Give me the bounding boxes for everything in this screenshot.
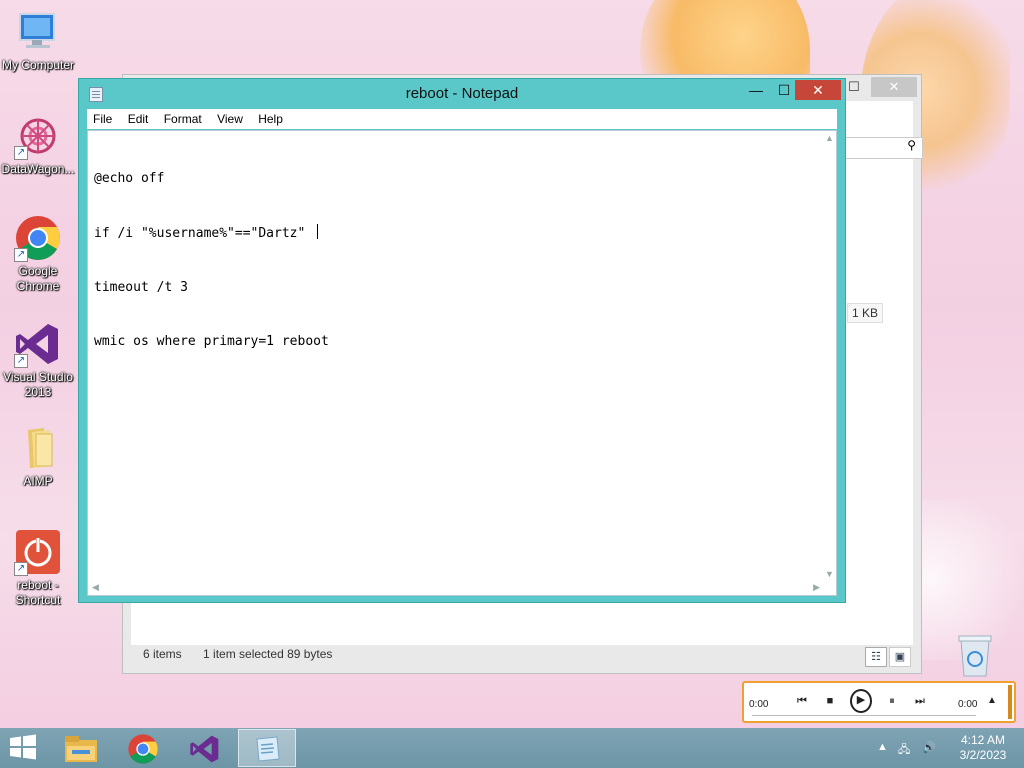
text-caret — [317, 224, 319, 239]
text-line: timeout /t 3 — [94, 280, 188, 295]
visual-studio-icon: ↗ — [14, 320, 62, 368]
scroll-up-icon[interactable]: ▲ — [825, 133, 834, 143]
desktop-icon-aimp[interactable]: AIMP — [0, 424, 76, 489]
explorer-close-button[interactable]: ✕ — [871, 77, 917, 97]
menu-help[interactable]: Help — [252, 109, 289, 129]
text-line: if /i "%username%"=="Dartz" — [94, 226, 314, 241]
menu-edit[interactable]: Edit — [122, 109, 155, 129]
stop-icon[interactable]: ■ — [820, 689, 840, 713]
computer-icon — [14, 8, 62, 56]
time-elapsed: 0:00 — [749, 699, 769, 710]
vertical-scrollbar[interactable]: ▲ ▼ — [822, 131, 836, 581]
desktop-icon-label: DataWagon... — [1, 162, 75, 176]
text-editor[interactable]: @echo off if /i "%username%"=="Dartz" ti… — [87, 130, 837, 596]
shortcut-arrow-icon: ↗ — [14, 248, 28, 262]
shortcut-arrow-icon: ↗ — [14, 562, 28, 576]
seek-bar[interactable] — [752, 715, 976, 716]
details-view-button[interactable]: ☷ — [865, 647, 887, 667]
time-total: 0:00 — [958, 699, 978, 710]
desktop-icon-datawagon[interactable]: ↗ DataWagon... — [0, 112, 76, 177]
scroll-left-icon[interactable]: ◀ — [92, 582, 99, 593]
clock[interactable]: 4:12 AM 3/2/2023 — [948, 733, 1018, 763]
file-size-cell: 1 KB — [847, 303, 884, 323]
window-title: reboot - Notepad — [405, 85, 519, 102]
start-button[interactable] — [8, 734, 40, 762]
recycle-bin-icon[interactable] — [955, 632, 995, 678]
desktop-icon-visual-studio[interactable]: ↗ Visual Studio 2013 — [0, 320, 76, 400]
maximize-button[interactable]: ☐ — [771, 80, 797, 100]
shortcut-arrow-icon: ↗ — [14, 354, 28, 368]
status-selection: 1 item selected 89 bytes — [203, 647, 333, 661]
chrome-icon: ↗ — [14, 214, 62, 262]
large-icons-view-button[interactable]: ▣ — [889, 647, 911, 667]
clock-date: 3/2/2023 — [959, 748, 1007, 762]
menu-view[interactable]: View — [211, 109, 249, 129]
desktop-icon-reboot-shortcut[interactable]: ↗ reboot - Shortcut — [0, 528, 76, 608]
network-icon[interactable]: 🖧 — [898, 741, 910, 760]
desktop-icon-google-chrome[interactable]: ↗ Google Chrome — [0, 214, 76, 294]
search-icon: ⚲ — [907, 138, 916, 152]
windows-logo-icon — [10, 734, 36, 760]
player-edge — [1008, 685, 1012, 719]
menu-bar: File Edit Format View Help — [87, 109, 837, 129]
scroll-right-icon[interactable]: ▶ — [813, 582, 820, 593]
text-line: @echo off — [94, 171, 165, 186]
clock-time: 4:12 AM — [960, 733, 1006, 747]
folder-icon — [14, 424, 62, 472]
minimize-button[interactable]: — — [743, 80, 769, 100]
power-icon: ↗ — [14, 528, 62, 576]
pause-icon[interactable]: ⏸ — [882, 689, 902, 713]
desktop-icon-label: AIMP — [23, 474, 53, 488]
desktop-icon-label: reboot - Shortcut — [15, 578, 61, 607]
taskbar-file-explorer[interactable] — [52, 729, 110, 767]
status-item-count: 6 items — [143, 647, 182, 661]
previous-track-icon[interactable]: ⏮ — [792, 689, 812, 713]
visual-studio-icon — [190, 735, 219, 763]
menu-format[interactable]: Format — [158, 109, 208, 129]
text-line: wmic os where primary=1 reboot — [94, 334, 329, 349]
taskbar-notepad[interactable] — [238, 729, 296, 767]
next-track-icon[interactable]: ⏭ — [910, 689, 930, 713]
text-line-with-caret: if /i "%username%"=="Dartz" — [94, 224, 329, 243]
notepad-icon — [256, 736, 280, 762]
desktop-icon-label: My Computer — [1, 58, 75, 72]
shortcut-arrow-icon: ↗ — [14, 146, 28, 160]
datawagon-icon: ↗ — [14, 112, 62, 160]
file-explorer-icon — [65, 736, 97, 762]
search-input[interactable]: ⚲ — [845, 137, 923, 159]
notepad-window[interactable]: reboot - Notepad — ☐ ✕ File Edit Format … — [78, 78, 846, 603]
menu-file[interactable]: File — [87, 109, 118, 129]
taskbar-visual-studio[interactable] — [176, 729, 234, 767]
chrome-icon — [128, 734, 158, 764]
volume-icon[interactable]: 🔊 — [922, 741, 936, 754]
close-button[interactable]: ✕ — [795, 80, 841, 100]
status-bar: 6 items 1 item selected 89 bytes — [143, 647, 350, 661]
desktop-icon-my-computer[interactable]: My Computer — [0, 8, 76, 73]
horizontal-scrollbar[interactable]: ◀ ▶ — [88, 581, 824, 595]
scroll-down-icon[interactable]: ▼ — [825, 569, 834, 579]
taskbar-chrome[interactable] — [114, 729, 172, 767]
play-icon[interactable]: ▶ — [850, 689, 872, 713]
expand-up-icon[interactable]: ▲ — [984, 689, 1000, 713]
taskbar: ▲ 🖧 🔊 4:12 AM 3/2/2023 — [0, 728, 1024, 768]
media-player-widget[interactable]: 0:00 ⏮ ■ ▶ ⏸ ⏭ 0:00 ▲ — [742, 681, 1016, 723]
show-hidden-icons-icon[interactable]: ▲ — [877, 741, 888, 753]
desktop-icon-label: Google Chrome — [16, 264, 60, 293]
desktop-icon-label: Visual Studio 2013 — [3, 370, 73, 399]
editor-text[interactable]: @echo off if /i "%username%"=="Dartz" ti… — [94, 134, 329, 387]
